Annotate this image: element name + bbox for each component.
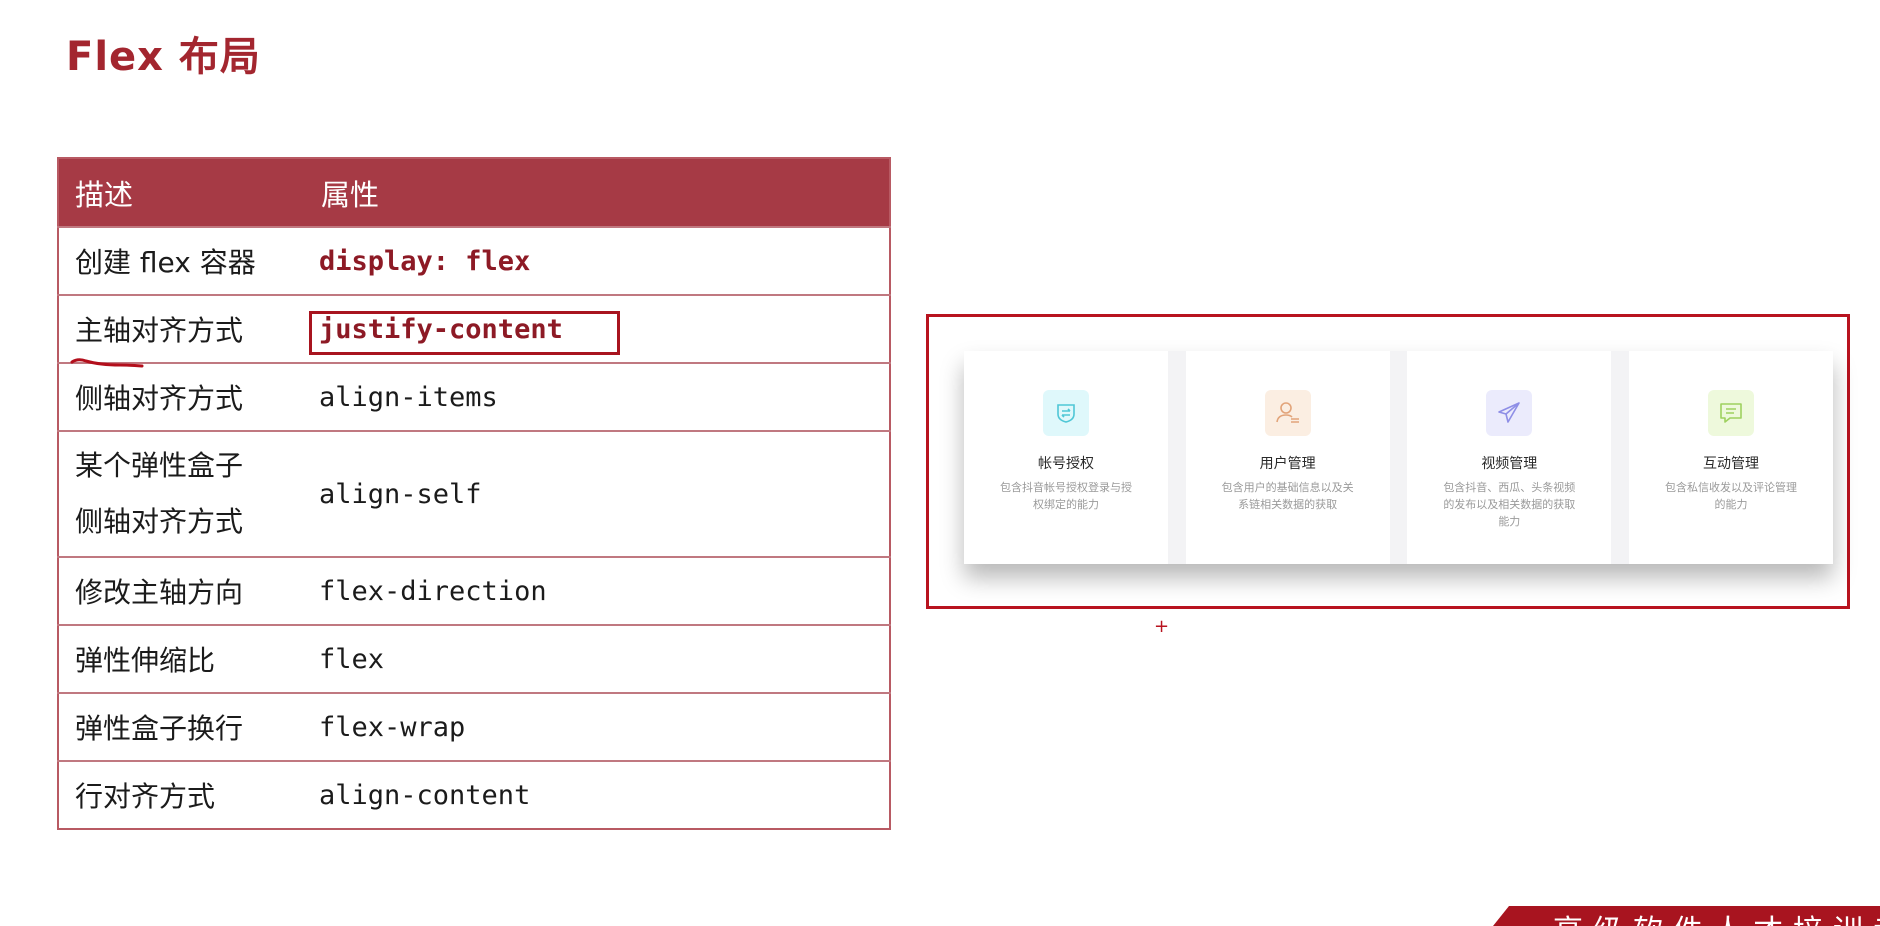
column-header-property: 属性 <box>305 158 890 227</box>
table-row: 弹性盒子换行 flex-wrap <box>58 692 890 761</box>
row-property: align-content <box>305 760 890 829</box>
table-row: 侧轴对齐方式 align-items <box>58 362 890 431</box>
user-icon <box>1264 390 1311 436</box>
column-header-description: 描述 <box>58 158 305 227</box>
row-description: 侧轴对齐方式 <box>58 362 305 431</box>
card-description: 包含抖音帐号授权登录与授权绑定的能力 <box>1000 481 1132 511</box>
justify-content-highlight-box <box>309 311 620 355</box>
send-icon <box>1486 390 1533 436</box>
card-title: 视频管理 <box>1481 456 1538 472</box>
flex-properties-table: 描述 属性 创建 flex 容器 display: flex 主轴对齐方式 ju… <box>57 157 891 830</box>
card-title: 互动管理 <box>1702 456 1759 472</box>
row-description: 某个弹性盒子 侧轴对齐方式 <box>58 430 305 557</box>
table-row: 修改主轴方向 flex-direction <box>58 556 890 625</box>
slide-title: Flex 布局 <box>66 34 261 80</box>
row-property: flex-direction <box>305 556 890 625</box>
table-row: 创建 flex 容器 display: flex <box>58 226 890 295</box>
row-description: 创建 flex 容器 <box>58 226 305 295</box>
table-row: 弹性伸缩比 flex <box>58 624 890 693</box>
card-description: 包含用户的基础信息以及关系链相关数据的获取 <box>1221 481 1354 511</box>
row-description: 行对齐方式 <box>58 760 305 829</box>
row-property: display: flex <box>305 226 890 295</box>
row-property: align-items <box>305 362 890 431</box>
shield-icon <box>1043 390 1089 436</box>
table-header-row: 描述 属性 <box>58 158 890 227</box>
row-property: flex-wrap <box>305 692 890 761</box>
feature-card-account-auth: 帐号授权 包含抖音帐号授权登录与授权绑定的能力 <box>964 351 1168 564</box>
row-description: 主轴对齐方式 <box>58 294 305 363</box>
row-description-line-1: 某个弹性盒子 <box>75 449 244 482</box>
card-description: 包含抖音、西瓜、头条视频的发布以及相关数据的获取能力 <box>1443 481 1576 528</box>
feature-card-row: 帐号授权 包含抖音帐号授权登录与授权绑定的能力 用户管理 包含用户的基础信息以及… <box>964 351 1833 564</box>
message-icon <box>1707 390 1754 436</box>
table-row: 行对齐方式 align-content <box>58 760 890 829</box>
feature-card-user-management: 用户管理 包含用户的基础信息以及关系链相关数据的获取 <box>1185 351 1390 564</box>
card-description: 包含私信收发以及评论管理的能力 <box>1664 481 1797 511</box>
handwritten-underline <box>70 358 144 368</box>
row-description: 修改主轴方向 <box>58 556 305 625</box>
row-property: flex <box>305 624 890 693</box>
footer-slogan: 高级软件人才培训专家 <box>1553 906 1880 926</box>
card-title: 用户管理 <box>1259 456 1316 472</box>
card-title: 帐号授权 <box>1038 456 1094 472</box>
row-property: align-self <box>305 430 890 557</box>
footer-banner: 高级软件人才培训专家 <box>1493 906 1880 926</box>
row-description: 弹性盒子换行 <box>58 692 305 761</box>
table-row: 某个弹性盒子 侧轴对齐方式 align-self <box>58 430 890 557</box>
plus-cursor-mark: + <box>1154 616 1170 637</box>
row-description: 弹性伸缩比 <box>58 624 305 693</box>
feature-card-interaction-management: 互动管理 包含私信收发以及评论管理的能力 <box>1628 351 1833 564</box>
row-description-line-2: 侧轴对齐方式 <box>75 505 244 538</box>
feature-card-video-management: 视频管理 包含抖音、西瓜、头条视频的发布以及相关数据的获取能力 <box>1407 351 1612 564</box>
